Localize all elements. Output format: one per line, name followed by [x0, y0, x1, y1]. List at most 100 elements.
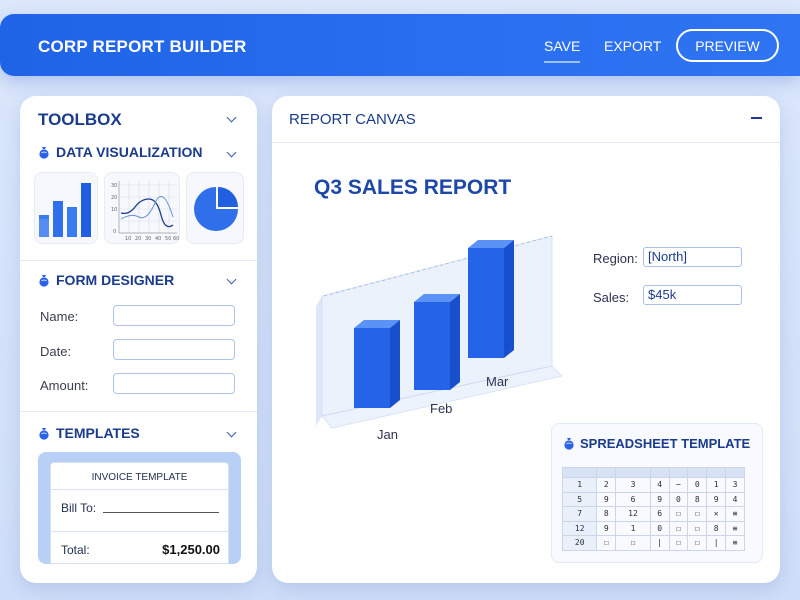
spreadsheet-grid[interactable]: 1 2 3 4 − 0 1 3 5 9 6 9 0 8 9 4 7 8 12 6… — [561, 467, 745, 551]
table-cell[interactable]: 1 — [706, 477, 727, 493]
templates-chevron-icon[interactable] — [226, 427, 237, 438]
table-cell[interactable]: 8 — [596, 506, 617, 522]
line-chart-x-tick: 10 — [125, 236, 131, 242]
table-cell[interactable]: ☐ — [668, 535, 689, 551]
table-cell[interactable]: ≡ — [725, 535, 745, 551]
table-cell[interactable]: ☐ — [668, 520, 689, 536]
table-cell[interactable]: 0 — [687, 477, 708, 493]
form-designer-header[interactable]: FORM DESIGNER — [38, 272, 174, 288]
region-label: Region: — [593, 251, 638, 266]
x-axis-label-mar: Mar — [486, 374, 509, 389]
invoice-template-card[interactable]: INVOICE TEMPLATE Bill To: Total: $1,250.… — [38, 452, 241, 564]
bar-chart-widget[interactable] — [34, 172, 98, 244]
table-cell[interactable]: ☐ — [668, 506, 689, 522]
data-visualization-label: DATA VISUALIZATION — [56, 144, 203, 160]
app-title: CORP REPORT BUILDER — [38, 37, 247, 56]
pie-chart-widget[interactable] — [186, 172, 244, 244]
export-link[interactable]: EXPORT — [604, 38, 661, 54]
table-cell[interactable]: 2 — [596, 477, 617, 493]
table-cell[interactable]: 3 — [615, 477, 651, 493]
templates-label: TEMPLATES — [56, 425, 140, 441]
data-visualization-header[interactable]: DATA VISUALIZATION — [38, 144, 202, 160]
amount-label: Amount: — [40, 378, 89, 393]
feb-bar — [414, 294, 460, 390]
toolbox-title: TOOLBOX — [38, 110, 122, 129]
table-cell[interactable]: 4 — [649, 477, 670, 493]
line-chart-x-tick: 30 — [145, 236, 151, 242]
bill-to-line — [103, 512, 219, 513]
table-cell[interactable]: 9 — [596, 520, 617, 536]
table-cell[interactable]: 9 — [706, 491, 727, 507]
canvas-divider — [272, 142, 780, 143]
report-title: Q3 SALES REPORT — [314, 176, 512, 199]
table-cell[interactable]: ✕ — [706, 506, 727, 522]
table-cell[interactable]: 4 — [725, 491, 745, 507]
table-cell[interactable]: 7 — [561, 506, 598, 522]
region-field[interactable]: [North] — [643, 247, 742, 267]
form-designer-chevron-icon[interactable] — [226, 274, 237, 285]
total-label: Total: — [61, 543, 90, 557]
sales-3d-bar-chart[interactable]: Jan Feb Mar — [302, 216, 572, 446]
table-cell[interactable]: ≡ — [725, 520, 745, 536]
mar-bar — [468, 240, 514, 358]
table-cell[interactable]: 12 — [615, 506, 651, 522]
amount-field[interactable] — [113, 373, 235, 394]
x-axis-label-feb: Feb — [430, 401, 452, 416]
sales-field[interactable]: $45k — [643, 285, 742, 305]
bag-icon — [39, 427, 49, 440]
spreadsheet-template-header: SPREADSHEET TEMPLATE — [563, 436, 750, 451]
table-cell[interactable]: 9 — [649, 491, 670, 507]
data-visualization-chevron-icon[interactable] — [226, 147, 237, 158]
line-chart-y-tick: 20 — [111, 195, 117, 201]
table-cell[interactable]: 12 — [561, 520, 598, 536]
preview-button[interactable]: PREVIEW — [676, 29, 779, 62]
table-cell[interactable]: 1 — [615, 520, 651, 536]
table-cell[interactable]: 6 — [649, 506, 670, 522]
table-cell[interactable]: 3 — [725, 477, 745, 493]
invoice-template-title: INVOICE TEMPLATE — [91, 472, 188, 483]
report-canvas-panel: REPORT CANVAS Q3 SALES REPORT Jan Feb Ma… — [272, 96, 780, 583]
spreadsheet-template-card[interactable]: SPREADSHEET TEMPLATE 1 2 3 4 − 0 1 3 5 9… — [551, 423, 763, 563]
table-cell[interactable]: 9 — [596, 491, 617, 507]
table-cell[interactable]: 0 — [668, 491, 689, 507]
bag-icon — [39, 146, 49, 159]
spreadsheet-header-row — [561, 467, 745, 478]
invoice-divider — [51, 489, 228, 490]
table-row: 7 8 12 6 ☐ ☐ ✕ ≡ — [561, 506, 745, 522]
app-header: CORP REPORT BUILDER SAVE EXPORT PREVIEW — [0, 14, 800, 76]
section-divider — [20, 411, 257, 412]
name-field[interactable] — [113, 305, 235, 326]
minimize-icon[interactable] — [751, 117, 762, 119]
templates-header[interactable]: TEMPLATES — [38, 425, 140, 441]
table-cell[interactable]: | — [649, 535, 670, 551]
table-row: 5 9 6 9 0 8 9 4 — [561, 491, 745, 507]
table-cell[interactable]: ☐ — [596, 535, 617, 551]
invoice-divider — [51, 531, 228, 532]
table-cell[interactable]: 8 — [687, 491, 708, 507]
table-cell[interactable]: ≡ — [725, 506, 745, 522]
bag-icon — [564, 438, 574, 450]
name-label: Name: — [40, 309, 79, 324]
table-cell[interactable]: ☐ — [615, 535, 651, 551]
line-chart-widget[interactable]: 30 20 10 0 10 20 30 40 50 60 — [104, 172, 180, 244]
table-cell[interactable]: 1 — [561, 477, 598, 493]
table-cell[interactable]: − — [668, 477, 689, 493]
table-cell[interactable]: 8 — [706, 520, 727, 536]
jan-bar — [354, 320, 400, 408]
table-cell[interactable]: ☐ — [687, 520, 708, 536]
table-cell[interactable]: 6 — [615, 491, 651, 507]
table-cell[interactable]: 20 — [561, 535, 598, 551]
line-chart-x-tick: 40 — [155, 236, 161, 242]
table-cell[interactable]: ☐ — [687, 535, 708, 551]
table-cell[interactable]: ☐ — [687, 506, 708, 522]
date-label: Date: — [40, 344, 72, 359]
line-chart-x-tick: 20 — [135, 236, 141, 242]
invoice-template-preview: INVOICE TEMPLATE Bill To: Total: $1,250.… — [50, 462, 229, 564]
save-link[interactable]: SAVE — [544, 38, 581, 63]
date-field[interactable] — [113, 339, 235, 360]
table-cell[interactable]: 0 — [649, 520, 670, 536]
table-cell[interactable]: 5 — [561, 491, 598, 507]
table-cell[interactable]: | — [706, 535, 727, 551]
toolbox-collapse-chevron-icon[interactable] — [226, 112, 237, 123]
spreadsheet-template-title: SPREADSHEET TEMPLATE — [580, 436, 751, 451]
